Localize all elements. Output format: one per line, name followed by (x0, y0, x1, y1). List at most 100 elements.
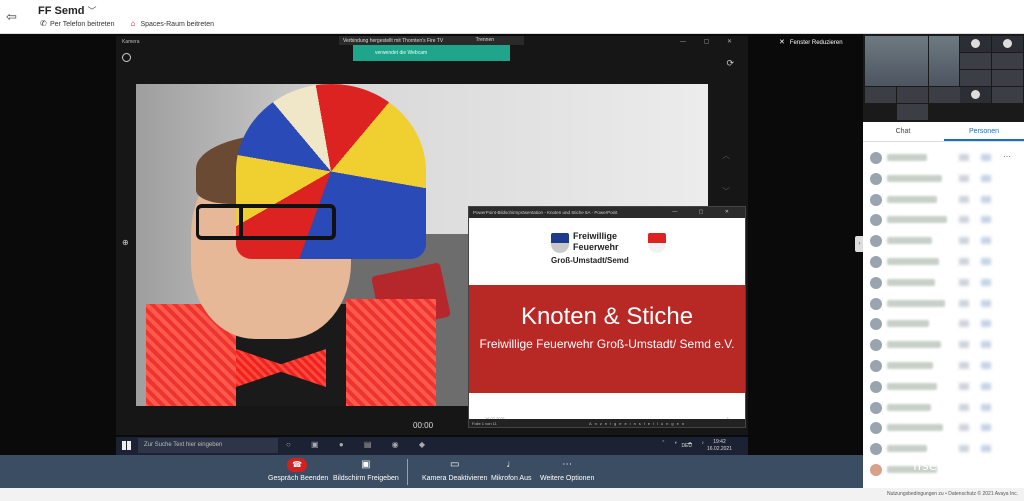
participant-name-blurred (887, 154, 927, 161)
participant-status-blurred (959, 320, 969, 328)
disconnect-button[interactable]: Trennen (476, 37, 494, 43)
list-item[interactable] (863, 148, 1024, 169)
participant-name-blurred (887, 445, 927, 453)
avatar (870, 339, 882, 352)
avatar (870, 463, 882, 476)
participant-status-blurred (959, 361, 969, 369)
participant-list (863, 148, 1024, 481)
logo-line-2: Feuerwehr (573, 242, 619, 252)
participant-name-blurred (887, 320, 929, 328)
tab-chat[interactable]: Chat (863, 128, 943, 135)
participant-status-blurred (981, 257, 991, 265)
taskbar-clock[interactable]: 19:42 16.02.2021 (707, 439, 732, 453)
participant-status-blurred (981, 445, 991, 453)
participant-name-blurred (887, 257, 939, 265)
list-item[interactable] (863, 377, 1024, 398)
list-item[interactable] (863, 356, 1024, 377)
camera-window-title: Kamera (122, 39, 140, 45)
list-item[interactable] (863, 231, 1024, 252)
room-join-link[interactable]: ⌂ Spaces-Raum beitreten (130, 19, 214, 28)
phone-join-link[interactable]: ✆ Per Telefon beitreten (40, 19, 115, 28)
video-tile[interactable] (897, 104, 928, 120)
taskbar-search[interactable]: Zur Suche Text hier eingeben (138, 438, 278, 453)
display-settings[interactable]: Anzeigeeinstellungen (589, 421, 687, 426)
video-tile[interactable] (960, 53, 991, 69)
mic-off-label: Mikrofon Aus (491, 475, 532, 482)
participant-status-blurred (981, 299, 991, 307)
list-item[interactable] (863, 210, 1024, 231)
video-tile[interactable] (929, 87, 960, 103)
participant-name-blurred (887, 361, 933, 369)
chevron-up-icon[interactable]: ︿ (722, 150, 730, 161)
video-tile[interactable] (929, 36, 959, 86)
list-item[interactable] (863, 169, 1024, 190)
presentation-footer: Folie 1 von 11 Anzeigeeinstellungen (469, 419, 745, 427)
clock-time: 19:42 (713, 439, 726, 445)
video-tile[interactable] (960, 70, 991, 86)
camera-off-button[interactable]: ▭ Kamera Deaktivieren (422, 458, 487, 482)
participant-status-blurred (981, 320, 991, 328)
avatar-tile[interactable] (960, 87, 991, 103)
participant-name-blurred (887, 195, 937, 203)
side-panel-tabs: Chat Personen (863, 122, 1024, 142)
presentation-window: PowerPoint-Bildschirmpräsentation - Knot… (468, 206, 746, 428)
list-item[interactable] (863, 190, 1024, 211)
taskbar-apps[interactable]: ○ ▣ ● ▤ ◉ ◆ (286, 440, 434, 449)
header-bar: ⇦ FF Semd ﹀ ✆ Per Telefon beitreten ⌂ Space… (0, 0, 1024, 34)
settings-icon[interactable] (122, 53, 131, 62)
list-item[interactable] (863, 418, 1024, 439)
join-links: ✆ Per Telefon beitreten ⌂ Spaces-Raum beit… (40, 19, 228, 28)
participant-name-blurred (887, 237, 932, 245)
zoom-icon[interactable]: ⊕ (122, 238, 129, 247)
more-options-button[interactable]: ⋯ Weitere Optionen (540, 458, 594, 482)
share-screen-button[interactable]: ▣ Bildschirm Freigeben (333, 458, 399, 482)
room-icon: ⌂ (130, 19, 136, 28)
legal-links[interactable]: Nutzungsbedingungen zu • Datenschutz © 2… (887, 491, 1018, 497)
end-call-button[interactable]: ☎ Gespräch Beenden (268, 458, 328, 482)
main-stage: Kamera — ▢ ✕ ⊕ ⟳ ︿ ﹀ Verbindung hergeste… (0, 34, 863, 455)
logo-line-1: Freiwillige (573, 231, 618, 241)
list-item[interactable] (863, 314, 1024, 335)
video-tile[interactable] (992, 70, 1023, 86)
avatar (870, 235, 882, 248)
phone-join-label: Per Telefon beitreten (50, 21, 115, 28)
participant-name-blurred (887, 382, 937, 390)
participant-status-blurred (959, 341, 969, 349)
list-item[interactable] (863, 252, 1024, 273)
participant-status-blurred (981, 174, 991, 182)
list-item[interactable] (863, 439, 1024, 460)
slide-title-band: Knoten & Stiche Freiwillige Feuerwehr Gr… (469, 285, 745, 393)
participant-name-blurred (887, 299, 945, 307)
mic-off-button[interactable]: ♩ Mikrofon Aus (491, 458, 531, 482)
video-tile[interactable] (992, 87, 1023, 103)
leave-icon[interactable]: ⇦ (6, 10, 20, 24)
chevron-down-icon[interactable]: ﹀ (722, 186, 730, 197)
reduce-window-button[interactable]: ✕ Fenster Reduzieren (779, 38, 859, 52)
slide-counter: Folie 1 von 11 (472, 421, 497, 426)
avatar (870, 318, 882, 331)
windows-start-icon[interactable] (122, 441, 131, 450)
video-tile[interactable] (865, 87, 896, 103)
window-controls[interactable]: — ▢ ✕ (680, 38, 740, 45)
list-item[interactable] (863, 335, 1024, 356)
list-item[interactable] (863, 273, 1024, 294)
camera-icon: ▭ (449, 459, 460, 470)
participant-status-blurred (959, 278, 969, 286)
language-indicator[interactable]: DEU (681, 443, 692, 449)
more-options-label: Weitere Optionen (540, 475, 595, 482)
video-tile[interactable] (865, 36, 928, 86)
camera-switch-icon[interactable]: ⟳ (726, 58, 734, 69)
participant-name-blurred (887, 216, 947, 224)
watermark: ffsemd.de (913, 459, 979, 474)
video-tile[interactable] (992, 53, 1023, 69)
video-tile[interactable] (897, 87, 928, 103)
cast-notice: Verbindung hergestellt mit Thornten's Fi… (339, 36, 524, 45)
meeting-title[interactable]: FF Semd ﹀ (38, 4, 96, 17)
list-item[interactable] (863, 398, 1024, 419)
tab-people[interactable]: Personen (944, 128, 1024, 141)
avatar-tile[interactable] (960, 36, 991, 52)
avatar (870, 214, 882, 227)
avatar-tile[interactable] (992, 36, 1023, 52)
list-item[interactable] (863, 294, 1024, 315)
presentation-window-controls[interactable]: — ▢ ✕ (672, 209, 739, 215)
